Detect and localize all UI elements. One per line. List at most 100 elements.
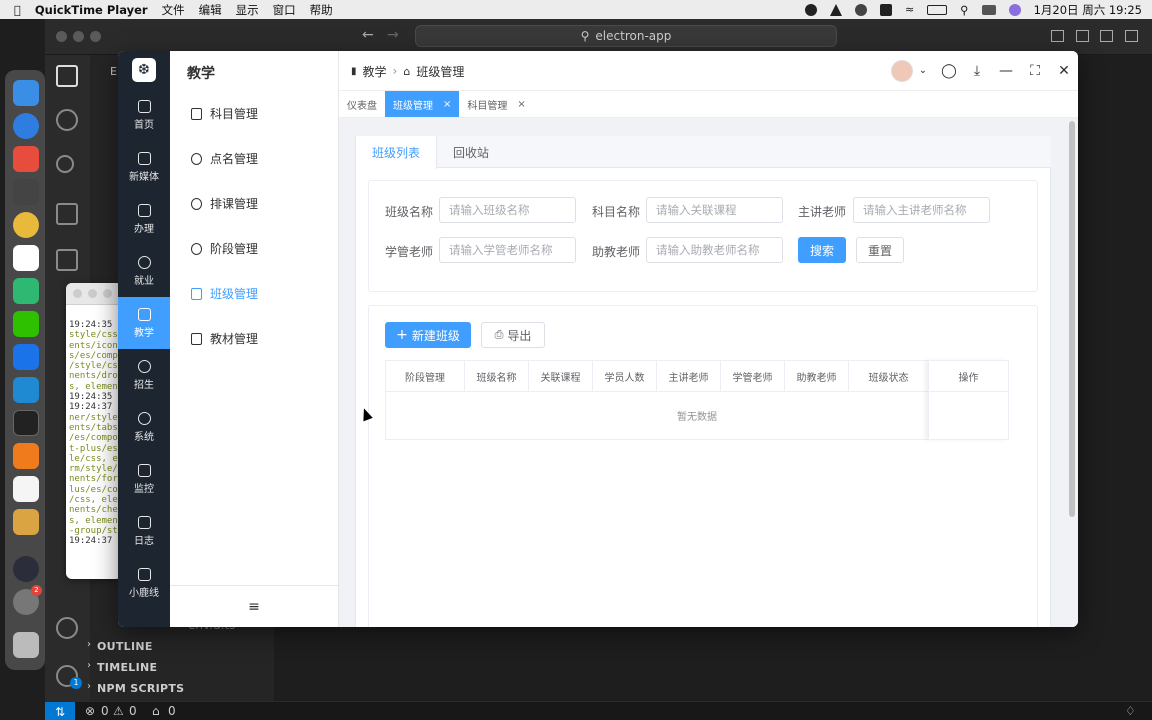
- explorer-icon[interactable]: [56, 65, 78, 87]
- tag-class-management[interactable]: 班级管理 ×: [385, 91, 460, 117]
- timeline-chevron-icon[interactable]: ›: [87, 660, 91, 671]
- outline-chevron-icon[interactable]: ›: [87, 639, 91, 650]
- collapse-menu-icon[interactable]: ≡: [170, 585, 338, 627]
- baidu-netdisk-icon[interactable]: [13, 245, 39, 271]
- nav-item-new-media[interactable]: 新媒体: [118, 141, 170, 193]
- maximize-icon[interactable]: ⛶: [1027, 63, 1043, 79]
- menu-help[interactable]: 帮助: [310, 2, 333, 18]
- toggle-panel-icon[interactable]: [1076, 30, 1089, 42]
- message-icon[interactable]: ◯: [941, 63, 957, 79]
- input-method-icon[interactable]: [879, 3, 892, 16]
- menubar-clock[interactable]: 1月20日 周六 19:25: [1034, 2, 1142, 18]
- run-debug-icon[interactable]: [56, 203, 78, 225]
- ports-icon[interactable]: ⌂: [152, 704, 160, 718]
- chrome-icon[interactable]: [13, 212, 39, 238]
- connection-icon[interactable]: [854, 3, 867, 16]
- npm-chevron-icon[interactable]: ›: [87, 681, 91, 692]
- extensions-icon[interactable]: [56, 249, 78, 271]
- trash-icon[interactable]: [13, 632, 39, 658]
- nav-item-xiaoluxian[interactable]: 小鹿线: [118, 557, 170, 609]
- search-button[interactable]: 搜索: [798, 237, 846, 263]
- safari-icon[interactable]: [13, 113, 39, 139]
- typora-icon[interactable]: [13, 476, 39, 502]
- submenu-item-class[interactable]: 班级管理: [170, 271, 338, 316]
- location-icon[interactable]: [829, 3, 842, 16]
- submenu-item-textbook[interactable]: 教材管理: [170, 316, 338, 361]
- nav-item-employment[interactable]: 就业: [118, 245, 170, 297]
- vscode-icon[interactable]: [13, 377, 39, 403]
- nav-item-logs[interactable]: 日志: [118, 505, 170, 557]
- npm-scripts-section-label[interactable]: NPM SCRIPTS: [97, 682, 184, 695]
- nav-item-monitor[interactable]: 监控: [118, 453, 170, 505]
- terminal-min-dot[interactable]: [88, 289, 97, 298]
- submenu-item-schedule[interactable]: 排课管理: [170, 181, 338, 226]
- tag-subject-management[interactable]: 科目管理 ×: [459, 91, 533, 117]
- outline-section-label[interactable]: OUTLINE: [97, 640, 153, 653]
- tag-close-icon[interactable]: ×: [443, 99, 451, 110]
- battery-icon[interactable]: [927, 4, 948, 15]
- account-icon[interactable]: [56, 617, 78, 639]
- column-header[interactable]: 班级名称: [465, 361, 529, 391]
- warnings-icon[interactable]: ⚠: [113, 704, 124, 718]
- menu-view[interactable]: 显示: [236, 2, 259, 18]
- nav-item-teaching[interactable]: 教学: [118, 297, 170, 349]
- errors-icon[interactable]: ⊗: [85, 704, 95, 718]
- tab-recycle-bin[interactable]: 回收站: [437, 136, 505, 168]
- manager-input[interactable]: 请输入学管老师名称: [439, 237, 576, 263]
- breadcrumb-item[interactable]: 教学: [363, 63, 387, 80]
- timeline-section-label[interactable]: TIMELINE: [97, 661, 157, 674]
- feishu-icon[interactable]: [13, 344, 39, 370]
- terminal-icon[interactable]: [13, 410, 39, 436]
- column-header[interactable]: 学管老师: [721, 361, 785, 391]
- terminal-zoom-dot[interactable]: [103, 289, 112, 298]
- control-center-icon[interactable]: [981, 4, 996, 15]
- search-icon[interactable]: [56, 109, 78, 131]
- submenu-item-subject[interactable]: 科目管理: [170, 91, 338, 136]
- wechat-icon[interactable]: [13, 311, 39, 337]
- content-scrollbar[interactable]: [1069, 121, 1075, 517]
- source-control-icon[interactable]: [56, 155, 74, 173]
- terminal-close-dot[interactable]: [73, 289, 82, 298]
- finder-icon[interactable]: [13, 80, 39, 106]
- menu-window[interactable]: 窗口: [273, 2, 296, 18]
- nav-item-handle[interactable]: 办理: [118, 193, 170, 245]
- terminal-window[interactable]: 19:24:35 style/css, ents/icon s/es/comp …: [66, 283, 122, 579]
- tag-close-icon[interactable]: ×: [517, 99, 525, 110]
- column-header[interactable]: 关联课程: [529, 361, 593, 391]
- command-center-search[interactable]: ⚲ electron-app: [415, 25, 837, 47]
- launchpad-icon[interactable]: [13, 146, 39, 172]
- paint-icon[interactable]: [13, 509, 39, 535]
- subject-name-input[interactable]: 请输入关联课程: [646, 197, 783, 223]
- nav-item-enrollment[interactable]: 招生: [118, 349, 170, 401]
- forward-arrow-icon[interactable]: →: [387, 27, 399, 43]
- electron-icon[interactable]: [13, 556, 39, 582]
- column-header[interactable]: 阶段管理: [386, 361, 465, 391]
- apple-icon[interactable]: : [14, 3, 21, 17]
- class-name-input[interactable]: 请输入班级名称: [439, 197, 576, 223]
- sublime-icon[interactable]: [13, 443, 39, 469]
- notifications-bell-icon[interactable]: ♢: [1125, 704, 1136, 718]
- tag-dashboard[interactable]: 仪表盘: [339, 91, 385, 117]
- column-header[interactable]: 助教老师: [785, 361, 849, 391]
- menu-edit[interactable]: 编辑: [199, 2, 222, 18]
- new-class-button[interactable]: + 新建班级: [385, 322, 471, 348]
- window-close-dot[interactable]: [56, 31, 67, 42]
- submenu-item-rollcall[interactable]: 点名管理: [170, 136, 338, 181]
- column-header[interactable]: 学员人数: [593, 361, 657, 391]
- window-zoom-dot[interactable]: [90, 31, 101, 42]
- submenu-item-stage[interactable]: 阶段管理: [170, 226, 338, 271]
- toggle-sidebar-icon[interactable]: [1051, 30, 1064, 42]
- nav-item-system[interactable]: 系统: [118, 401, 170, 453]
- record-icon[interactable]: [804, 3, 817, 16]
- avatar-dropdown-chevron-icon[interactable]: ⌄: [915, 63, 931, 79]
- assistant-input[interactable]: 请输入助教老师名称: [646, 237, 783, 263]
- nav-item-home[interactable]: 首页: [118, 89, 170, 141]
- lecturer-input[interactable]: 请输入主讲老师名称: [853, 197, 990, 223]
- search-icon[interactable]: ⚲: [960, 3, 968, 17]
- column-header[interactable]: 主讲老师: [657, 361, 721, 391]
- export-button[interactable]: ⎙ 导出: [481, 322, 545, 348]
- column-header[interactable]: 班级状态: [849, 361, 929, 391]
- avatar[interactable]: [891, 60, 913, 82]
- close-icon[interactable]: ✕: [1056, 63, 1072, 79]
- toggle-secondary-sidebar-icon[interactable]: [1100, 30, 1113, 42]
